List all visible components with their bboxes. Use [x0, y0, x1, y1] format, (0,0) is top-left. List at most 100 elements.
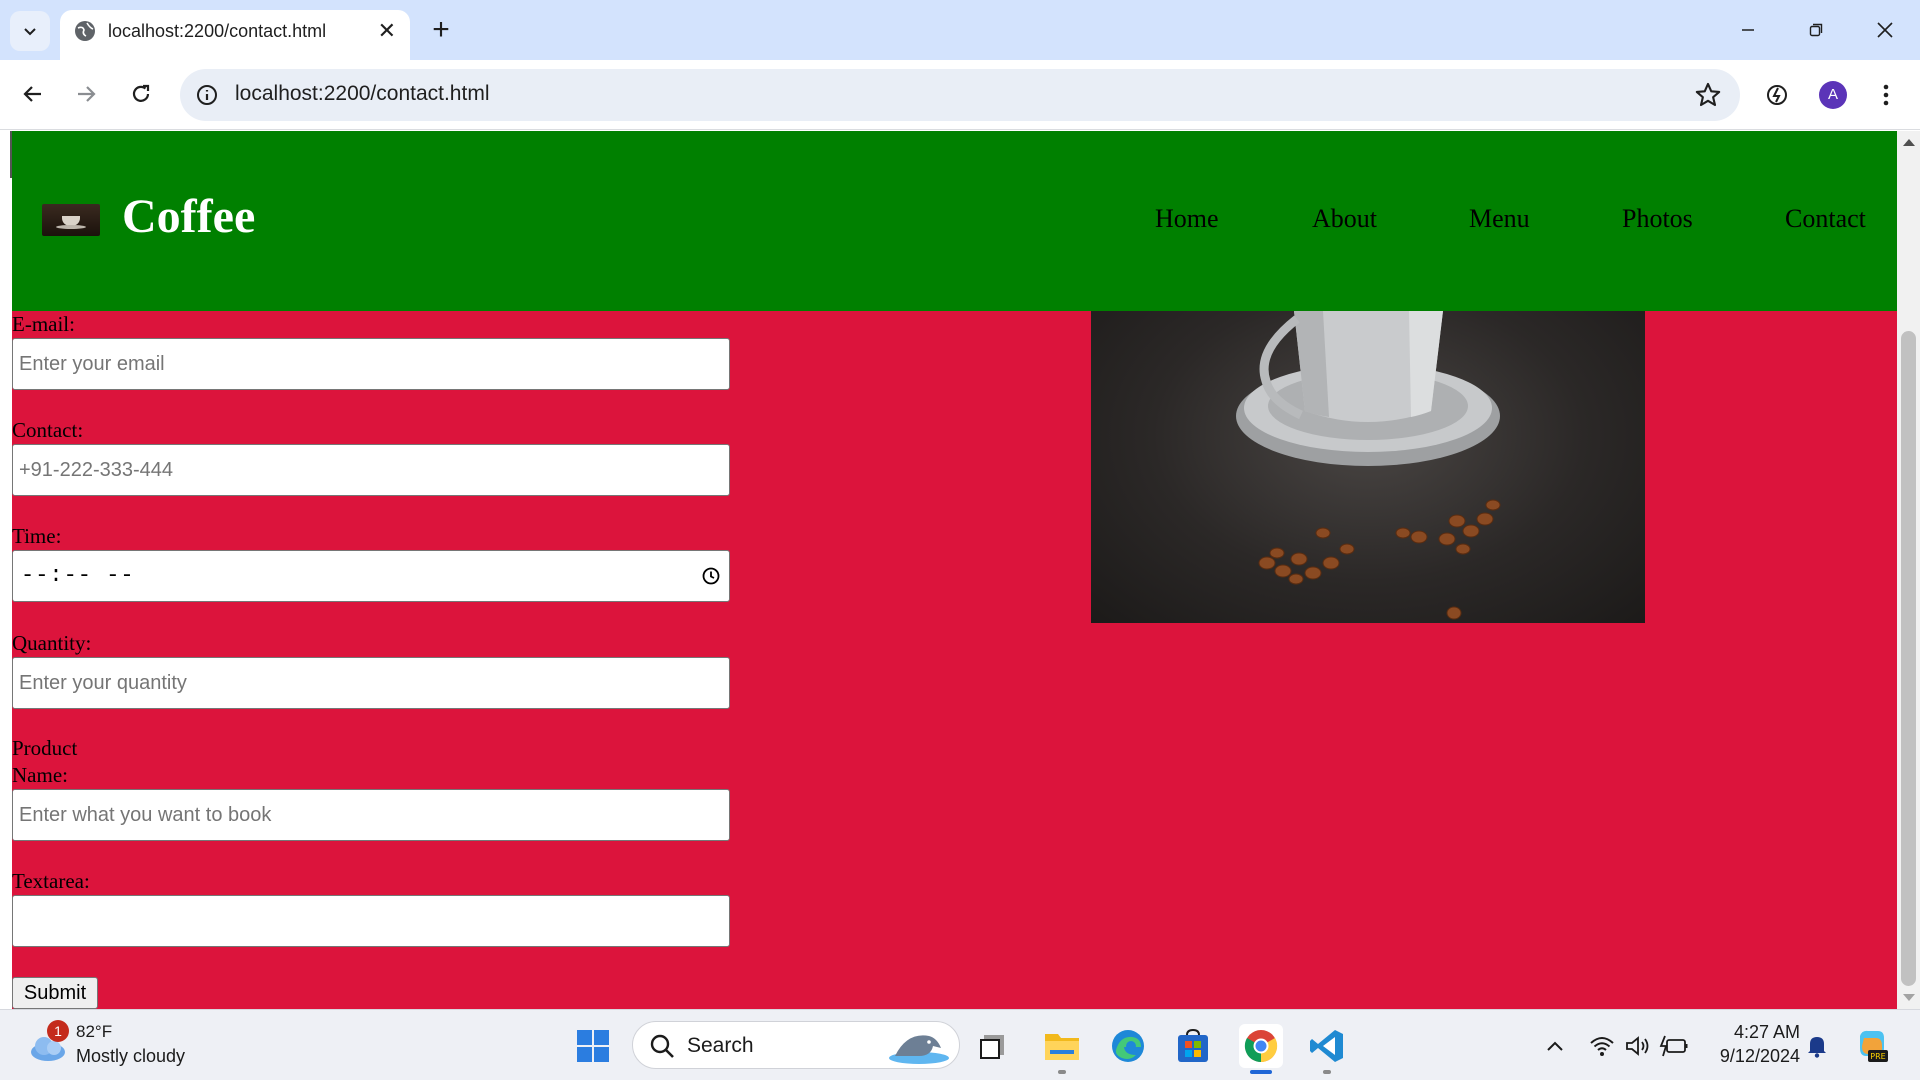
search-icon	[650, 1034, 674, 1058]
weather-temperature[interactable]: 82°F	[76, 1022, 112, 1042]
search-highlight-dolphin-icon	[889, 1035, 949, 1064]
weather-alert-badge: 1	[47, 1020, 69, 1042]
chevron-up-icon	[1547, 1041, 1563, 1051]
edge-button[interactable]	[1108, 1026, 1148, 1066]
browser-tab-strip: localhost:2200/contact.html ✕ +	[0, 0, 1920, 60]
search-label: Search	[687, 1034, 754, 1057]
weather-condition[interactable]: Mostly cloudy	[76, 1046, 185, 1067]
submit-button[interactable]: Submit	[12, 977, 98, 1009]
scrollbar-thumb[interactable]	[1901, 331, 1916, 986]
svg-text:PRE: PRE	[1870, 1052, 1885, 1061]
show-hidden-icons-button[interactable]	[1535, 1026, 1575, 1066]
time-input[interactable]: --:-- --	[12, 550, 730, 602]
textarea-label: Textarea:	[12, 869, 90, 893]
speaker-icon	[1626, 1036, 1649, 1056]
copilot-icon: PRE	[1860, 1030, 1888, 1062]
chevron-down-icon	[24, 28, 36, 36]
profile-avatar[interactable]: A	[1819, 81, 1847, 109]
globe-icon	[75, 21, 95, 41]
clock-time[interactable]: 4:27 AM	[1700, 1022, 1800, 1043]
wifi-button[interactable]	[1582, 1026, 1622, 1066]
store-button[interactable]	[1173, 1026, 1213, 1066]
product-name-label-line2: Name:	[12, 763, 68, 787]
nav-photos[interactable]: Photos	[1622, 204, 1693, 234]
page-viewport: Coffee Home About Menu Photos Contact E-…	[0, 131, 1897, 1009]
volume-button[interactable]	[1618, 1026, 1658, 1066]
nav-contact[interactable]: Contact	[1785, 204, 1866, 234]
coffee-logo-image[interactable]	[42, 204, 100, 236]
url-text[interactable]: localhost:2200/contact.html	[235, 82, 489, 106]
tab-close-icon[interactable]: ✕	[378, 18, 396, 44]
task-view-icon	[980, 1035, 1004, 1059]
product-name-label-line1: Product	[12, 736, 78, 760]
file-explorer-button[interactable]	[1042, 1026, 1082, 1066]
taskbar-search-box[interactable]: Search	[632, 1021, 960, 1069]
restore-icon	[1809, 23, 1823, 37]
quantity-label: Quantity:	[12, 631, 92, 655]
tab-title: localhost:2200/contact.html	[108, 21, 327, 41]
scroll-down-arrow-icon[interactable]	[1903, 994, 1915, 1001]
bell-icon	[1808, 1037, 1826, 1058]
vscode-running-indicator	[1323, 1070, 1331, 1074]
reload-icon	[132, 84, 150, 102]
nav-about[interactable]: About	[1312, 204, 1377, 234]
tab-search-button[interactable]	[10, 11, 50, 51]
address-bar[interactable]: localhost:2200/contact.html	[180, 69, 1740, 121]
copilot-button[interactable]: PRE	[1852, 1026, 1892, 1066]
new-tab-button[interactable]: +	[423, 12, 459, 48]
site-info-icon[interactable]	[194, 82, 220, 108]
clock-icon[interactable]	[701, 566, 721, 586]
back-button[interactable]	[13, 74, 53, 114]
chrome-browser-icon	[1244, 1030, 1278, 1063]
site-header: Coffee Home About Menu Photos Contact	[12, 131, 1897, 311]
coffee-cup-photo	[1091, 311, 1645, 623]
arrow-left-icon	[23, 86, 41, 102]
battery-button[interactable]	[1654, 1026, 1694, 1066]
microsoft-store-icon	[1178, 1029, 1208, 1062]
quantity-input[interactable]	[12, 657, 730, 709]
email-input[interactable]	[12, 338, 730, 390]
page-scrollbar[interactable]	[1897, 131, 1920, 1009]
time-label: Time:	[12, 524, 62, 548]
taskbar: 1 82°F Mostly cloudy Search 4:27 AM 9/12…	[0, 1009, 1920, 1080]
chrome-button[interactable]	[1239, 1024, 1283, 1068]
restore-button[interactable]	[1796, 12, 1836, 48]
browser-toolbar: localhost:2200/contact.html	[0, 60, 1920, 130]
performance-button[interactable]	[1759, 77, 1795, 113]
file-explorer-running-indicator	[1058, 1070, 1066, 1074]
contact-label: Contact:	[12, 418, 84, 442]
speed-icon	[1767, 85, 1787, 105]
browser-menu-button[interactable]	[1868, 77, 1904, 113]
more-vert-icon	[1883, 84, 1889, 106]
battery-charging-icon	[1659, 1035, 1688, 1057]
product-name-input[interactable]	[12, 789, 730, 841]
bookmark-star-icon[interactable]	[1694, 81, 1722, 109]
nav-home[interactable]: Home	[1155, 204, 1219, 234]
close-icon	[1877, 22, 1893, 38]
vscode-icon	[1310, 1030, 1343, 1062]
email-label: E-mail:	[12, 312, 75, 336]
notifications-button[interactable]	[1797, 1026, 1837, 1066]
clock-date[interactable]: 9/12/2024	[1700, 1046, 1800, 1067]
site-title: Coffee	[122, 190, 256, 243]
edge-browser-icon	[1112, 1030, 1144, 1062]
nav-menu[interactable]: Menu	[1469, 204, 1530, 234]
chrome-active-indicator	[1250, 1070, 1272, 1074]
wifi-icon	[1590, 1037, 1614, 1056]
message-textarea[interactable]	[12, 895, 730, 947]
task-view-button[interactable]	[973, 1026, 1013, 1066]
coffee-cup-illustration	[1236, 311, 1501, 620]
folder-icon	[1045, 1034, 1079, 1060]
minimize-button[interactable]	[1728, 12, 1768, 48]
vscode-button[interactable]	[1307, 1026, 1347, 1066]
scroll-up-arrow-icon[interactable]	[1903, 139, 1915, 146]
contact-input[interactable]	[12, 444, 730, 496]
forward-button[interactable]	[66, 74, 106, 114]
time-value: --:-- --	[21, 563, 135, 588]
browser-tab[interactable]: localhost:2200/contact.html ✕	[60, 10, 410, 60]
logo-plate-shape	[56, 225, 86, 229]
close-window-button[interactable]	[1865, 12, 1905, 48]
reload-button[interactable]	[121, 74, 161, 114]
start-button[interactable]	[573, 1026, 613, 1066]
arrow-right-icon	[78, 86, 96, 102]
